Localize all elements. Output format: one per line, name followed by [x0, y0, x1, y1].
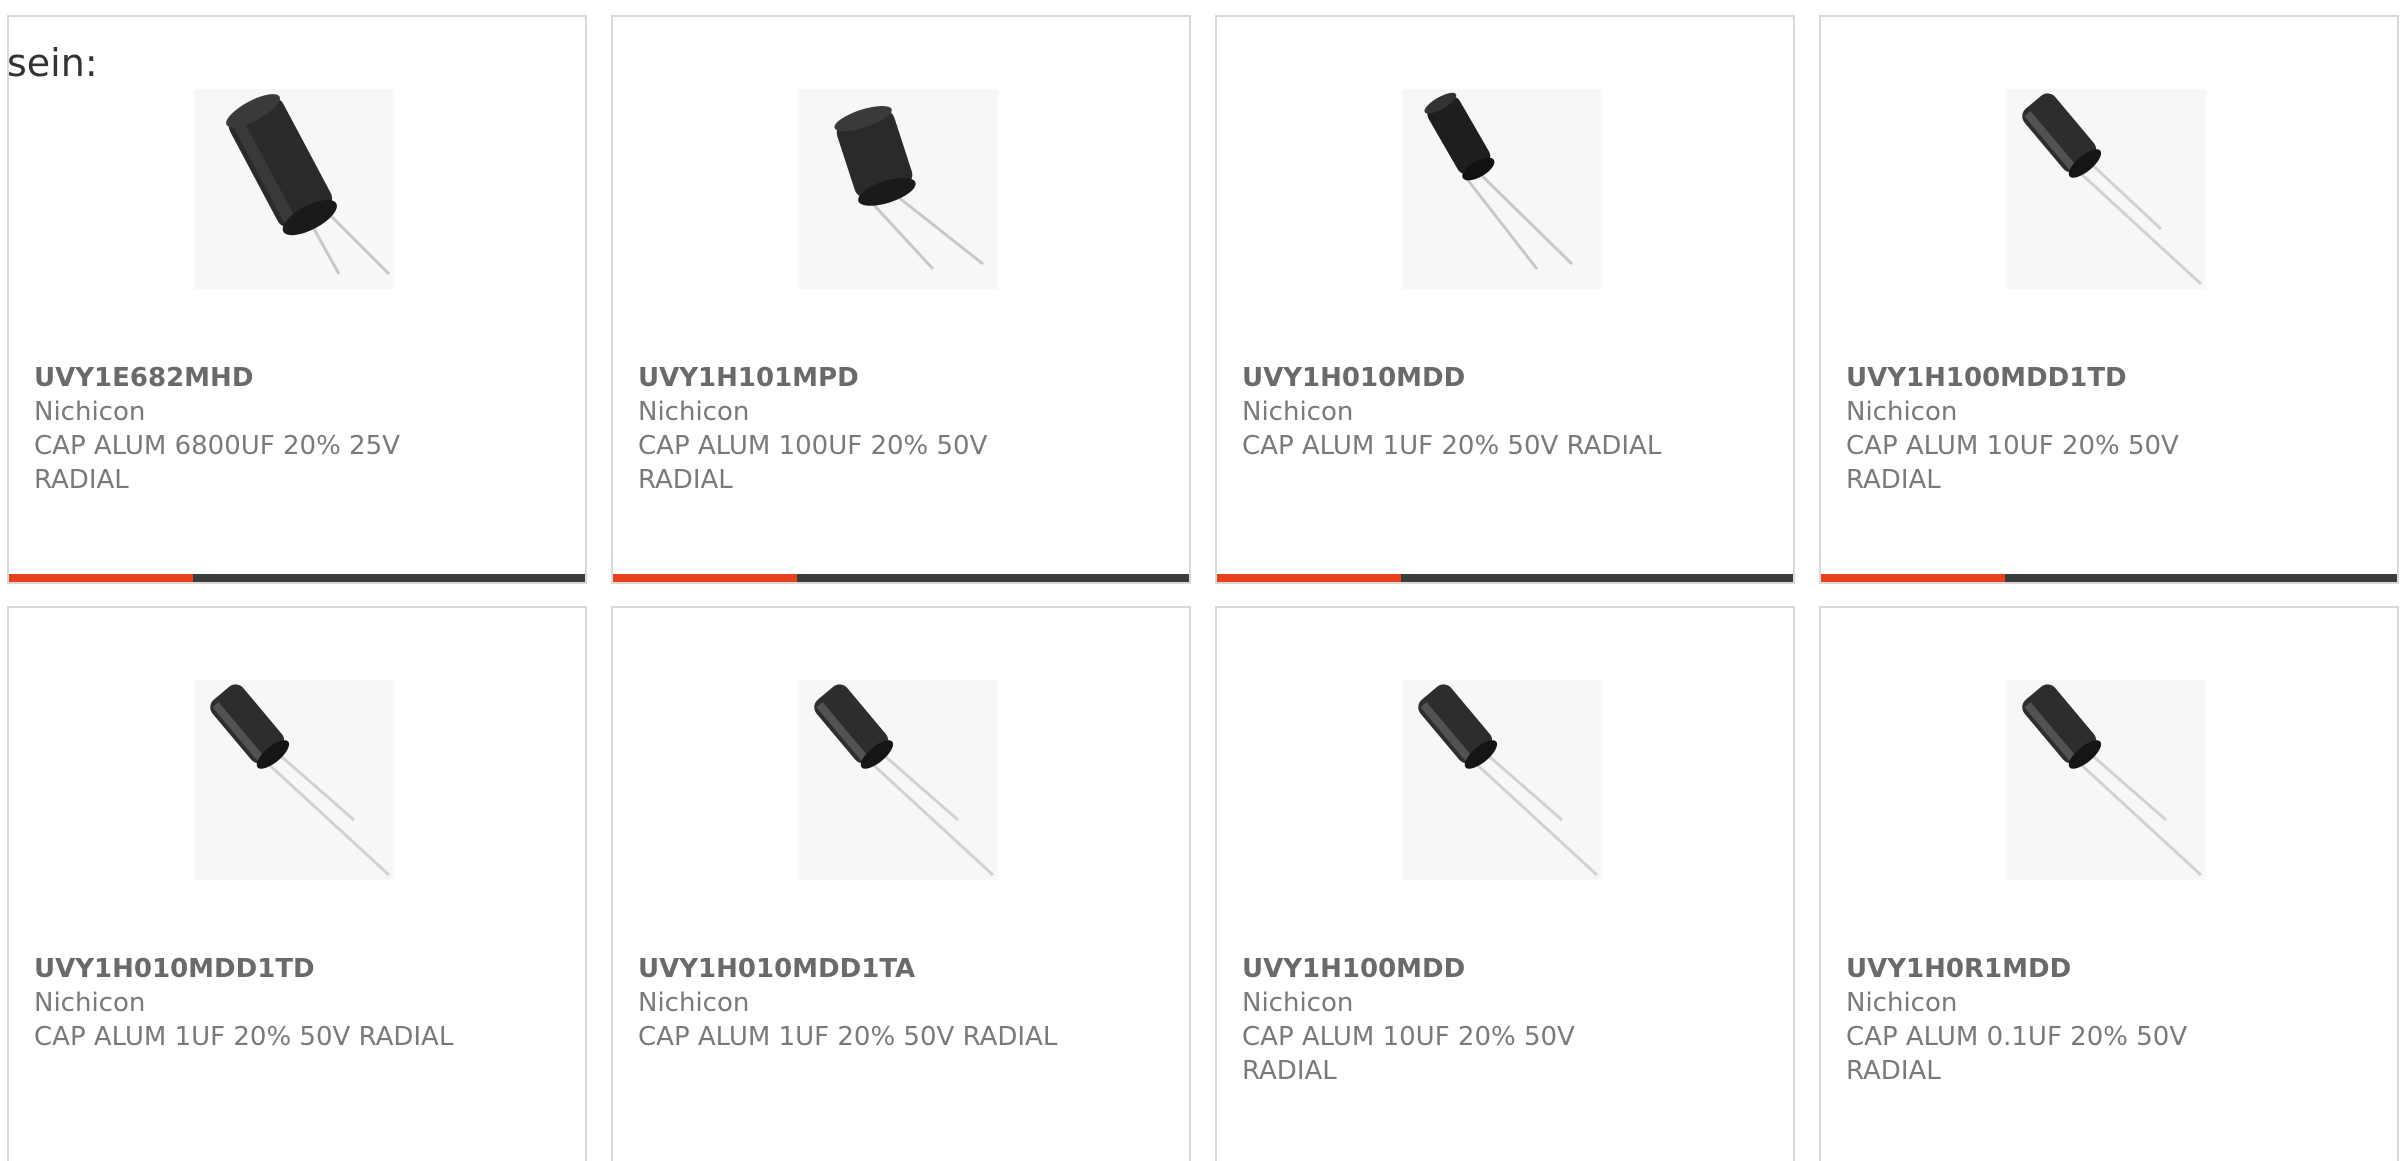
- description: CAP ALUM 1UF 20% 50V RADIAL: [34, 1022, 454, 1052]
- product-card[interactable]: UVY1E682MHD Nichicon CAP ALUM 6800UF 20%…: [7, 15, 587, 584]
- part-number[interactable]: UVY1E682MHD: [34, 361, 253, 395]
- manufacturer: Nichicon: [1242, 397, 1354, 427]
- product-card[interactable]: UVY1H010MDD1TD Nichicon CAP ALUM 1UF 20%…: [7, 606, 587, 1161]
- description: CAP ALUM 1UF 20% 50V RADIAL: [638, 1022, 1058, 1052]
- manufacturer: Nichicon: [1846, 397, 1958, 427]
- card-progress-accent: [1217, 574, 1402, 582]
- product-grid: UVY1E682MHD Nichicon CAP ALUM 6800UF 20%…: [7, 15, 2400, 1161]
- capacitor-large-icon[interactable]: [194, 89, 394, 289]
- manufacturer: Nichicon: [1846, 988, 1958, 1018]
- description: CAP ALUM 0.1UF 20% 50V RADIAL: [1846, 1022, 2188, 1086]
- part-number[interactable]: UVY1H100MDD: [1242, 952, 1465, 986]
- part-number[interactable]: UVY1H100MDD1TD: [1846, 361, 2127, 395]
- part-number[interactable]: UVY1H010MDD: [1242, 361, 1465, 395]
- part-number[interactable]: UVY1H101MPD: [638, 361, 859, 395]
- card-progress-bar: [1217, 574, 1793, 582]
- product-listing-page: sein: UVY1E682MHD Nichicon CAP ALUM 6800…: [0, 0, 2400, 1161]
- product-card[interactable]: UVY1H010MDD1TA Nichicon CAP ALUM 1UF 20%…: [611, 606, 1191, 1161]
- card-progress-bar: [613, 574, 1189, 582]
- product-card[interactable]: UVY1H010MDD Nichicon CAP ALUM 1UF 20% 50…: [1215, 15, 1795, 584]
- capacitor-short-icon[interactable]: [798, 89, 998, 289]
- manufacturer: Nichicon: [1242, 988, 1354, 1018]
- product-card[interactable]: UVY1H100MDD Nichicon CAP ALUM 10UF 20% 5…: [1215, 606, 1795, 1161]
- product-card[interactable]: UVY1H100MDD1TD Nichicon CAP ALUM 10UF 20…: [1819, 15, 2399, 584]
- description: CAP ALUM 6800UF 20% 25V RADIAL: [34, 431, 400, 495]
- product-card[interactable]: UVY1H0R1MDD Nichicon CAP ALUM 0.1UF 20% …: [1819, 606, 2399, 1161]
- card-progress-accent: [1821, 574, 2006, 582]
- card-progress-accent: [613, 574, 798, 582]
- part-number[interactable]: UVY1H010MDD1TA: [638, 952, 915, 986]
- capacitor-slim-icon[interactable]: [2006, 680, 2206, 880]
- description: CAP ALUM 10UF 20% 50V RADIAL: [1846, 431, 2179, 495]
- capacitor-slim-icon[interactable]: [194, 680, 394, 880]
- description: CAP ALUM 100UF 20% 50V RADIAL: [638, 431, 988, 495]
- product-card[interactable]: UVY1H101MPD Nichicon CAP ALUM 100UF 20% …: [611, 15, 1191, 584]
- capacitor-slim-icon[interactable]: [2006, 89, 2206, 289]
- capacitor-small-icon[interactable]: [1402, 89, 1602, 289]
- card-progress-bar: [1821, 574, 2397, 582]
- manufacturer: Nichicon: [638, 988, 750, 1018]
- manufacturer: Nichicon: [34, 988, 146, 1018]
- part-number[interactable]: UVY1H010MDD1TD: [34, 952, 315, 986]
- intro-text: sein:: [7, 41, 98, 85]
- manufacturer: Nichicon: [638, 397, 750, 427]
- capacitor-slim-icon[interactable]: [1402, 680, 1602, 880]
- description: CAP ALUM 1UF 20% 50V RADIAL: [1242, 431, 1662, 461]
- manufacturer: Nichicon: [34, 397, 146, 427]
- part-number[interactable]: UVY1H0R1MDD: [1846, 952, 2071, 986]
- description: CAP ALUM 10UF 20% 50V RADIAL: [1242, 1022, 1575, 1086]
- card-progress-accent: [9, 574, 194, 582]
- card-progress-bar: [9, 574, 585, 582]
- capacitor-slim-icon[interactable]: [798, 680, 998, 880]
